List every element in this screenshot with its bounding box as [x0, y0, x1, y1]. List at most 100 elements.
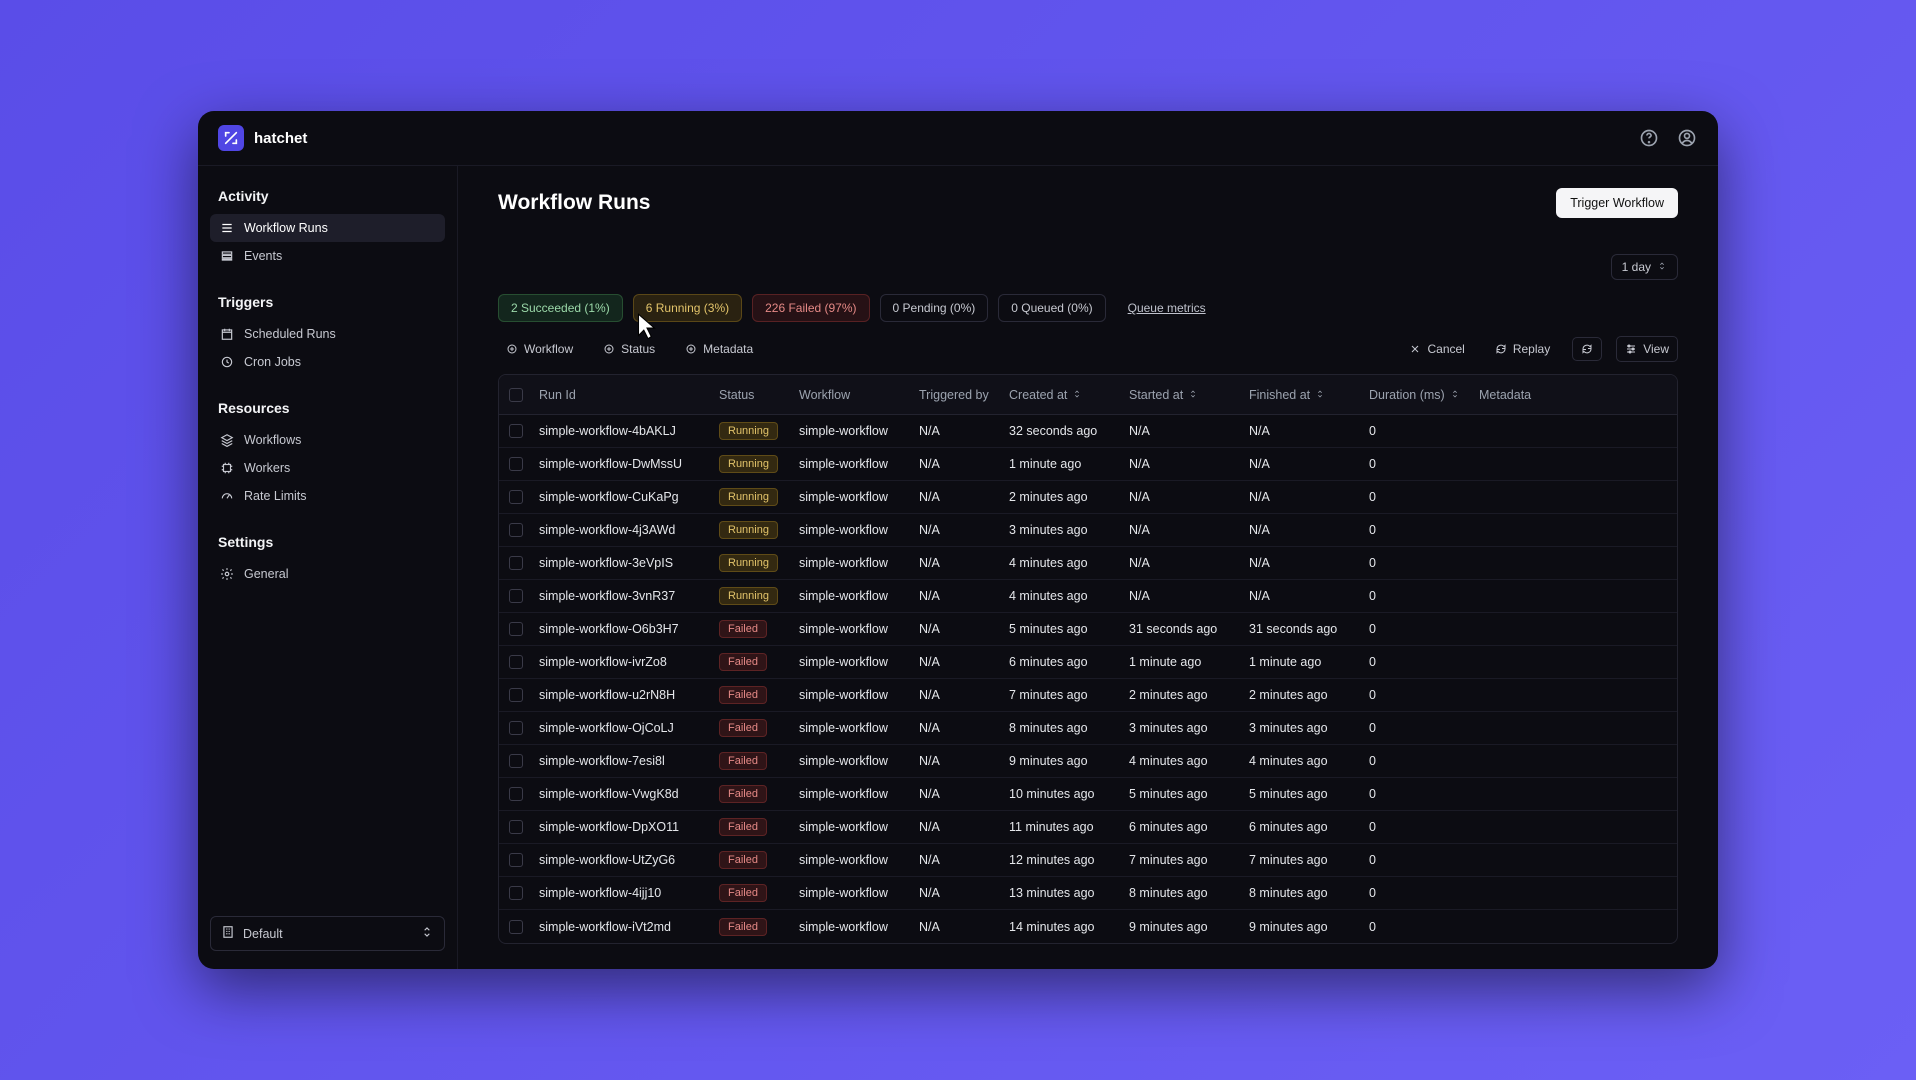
- building-icon: [221, 925, 235, 942]
- cell: N/A: [1129, 556, 1249, 570]
- Status-filter-button[interactable]: Status: [595, 337, 663, 361]
- filter-label: Replay: [1513, 342, 1550, 356]
- sidebar-item-cron-jobs[interactable]: Cron Jobs: [210, 348, 445, 376]
- cell: 0: [1369, 853, 1479, 867]
- cell: 13 minutes ago: [1009, 886, 1129, 900]
- cell: 0: [1369, 622, 1479, 636]
- table-row[interactable]: simple-workflow-u2rN8HFailedsimple-workf…: [499, 679, 1677, 712]
- table-row[interactable]: simple-workflow-3eVpISRunningsimple-work…: [499, 547, 1677, 580]
- table-row[interactable]: simple-workflow-O6b3H7Failedsimple-workf…: [499, 613, 1677, 646]
- row-checkbox[interactable]: [509, 424, 523, 438]
- Cancel-filter-button[interactable]: Cancel: [1401, 337, 1472, 361]
- help-icon[interactable]: [1638, 127, 1660, 149]
- table-row[interactable]: simple-workflow-3vnR37Runningsimple-work…: [499, 580, 1677, 613]
- column-header[interactable]: Created at: [1009, 388, 1129, 402]
- sidebar-item-general[interactable]: General: [210, 560, 445, 588]
- sidebar-item-label: Workflow Runs: [244, 221, 328, 235]
- table-row[interactable]: simple-workflow-iVt2mdFailedsimple-workf…: [499, 910, 1677, 943]
- table-row[interactable]: simple-workflow-OjCoLJFailedsimple-workf…: [499, 712, 1677, 745]
- row-checkbox[interactable]: [509, 556, 523, 570]
- status-badge: Failed: [719, 752, 767, 770]
- status-chip[interactable]: 226 Failed (97%): [752, 294, 869, 322]
- cell: 0: [1369, 424, 1479, 438]
- sidebar-item-label: Workflows: [244, 433, 301, 447]
- Replay-filter-button[interactable]: Replay: [1487, 337, 1558, 361]
- row-checkbox[interactable]: [509, 886, 523, 900]
- sidebar-item-scheduled-runs[interactable]: Scheduled Runs: [210, 320, 445, 348]
- time-range-select[interactable]: 1 day: [1611, 254, 1678, 280]
- row-checkbox[interactable]: [509, 920, 523, 934]
- row-checkbox[interactable]: [509, 655, 523, 669]
- cell: 8 minutes ago: [1249, 886, 1369, 900]
- cell: N/A: [919, 688, 1009, 702]
- status-chip[interactable]: 0 Pending (0%): [880, 294, 989, 322]
- table-row[interactable]: simple-workflow-4ijj10Failedsimple-workf…: [499, 877, 1677, 910]
- gauge-icon: [220, 489, 234, 503]
- Workflow-filter-button[interactable]: Workflow: [498, 337, 581, 361]
- brand[interactable]: hatchet: [218, 125, 307, 151]
- row-checkbox[interactable]: [509, 457, 523, 471]
- status-badge: Failed: [719, 918, 767, 936]
- sidebar-item-workers[interactable]: Workers: [210, 454, 445, 482]
- status-chip[interactable]: Queue metrics: [1116, 295, 1218, 321]
- select-all-checkbox[interactable]: [509, 388, 523, 402]
- View-filter-button[interactable]: View: [1616, 336, 1678, 362]
- trigger-workflow-button[interactable]: Trigger Workflow: [1556, 188, 1678, 218]
- cell: simple-workflow-4j3AWd: [539, 523, 719, 537]
- row-checkbox[interactable]: [509, 688, 523, 702]
- sidebar-item-workflow-runs[interactable]: Workflow Runs: [210, 214, 445, 242]
- tenant-selector[interactable]: Default: [210, 916, 445, 951]
- cell: simple-workflow-CuKaPg: [539, 490, 719, 504]
- status-chip[interactable]: 0 Queued (0%): [998, 294, 1105, 322]
- status-badge: Running: [719, 587, 778, 605]
- table-row[interactable]: simple-workflow-ivrZo8Failedsimple-workf…: [499, 646, 1677, 679]
- cell: simple-workflow: [799, 655, 919, 669]
- row-checkbox[interactable]: [509, 754, 523, 768]
- plus-icon: [506, 343, 518, 355]
- row-checkbox[interactable]: [509, 622, 523, 636]
- app-window: hatchet ActivityWorkflow RunsEventsTrigg…: [198, 111, 1718, 969]
- status-chip[interactable]: 2 Succeeded (1%): [498, 294, 623, 322]
- row-checkbox[interactable]: [509, 820, 523, 834]
- sidebar-item-rate-limits[interactable]: Rate Limits: [210, 482, 445, 510]
- table-row[interactable]: simple-workflow-VwgK8dFailedsimple-workf…: [499, 778, 1677, 811]
- table-row[interactable]: simple-workflow-7esi8lFailedsimple-workf…: [499, 745, 1677, 778]
- sidebar-heading: Settings: [210, 530, 445, 554]
- column-header: Run Id: [539, 388, 719, 402]
- row-checkbox[interactable]: [509, 853, 523, 867]
- column-header[interactable]: Duration (ms): [1369, 388, 1479, 402]
- sidebar-item-events[interactable]: Events: [210, 242, 445, 270]
- cell: simple-workflow-u2rN8H: [539, 688, 719, 702]
- row-checkbox[interactable]: [509, 721, 523, 735]
- row-checkbox[interactable]: [509, 787, 523, 801]
- account-icon[interactable]: [1676, 127, 1698, 149]
- status-badge: Running: [719, 521, 778, 539]
- table-row[interactable]: simple-workflow-CuKaPgRunningsimple-work…: [499, 481, 1677, 514]
- time-range-value: 1 day: [1622, 260, 1651, 274]
- cell: 31 seconds ago: [1249, 622, 1369, 636]
- row-checkbox[interactable]: [509, 589, 523, 603]
- row-checkbox[interactable]: [509, 490, 523, 504]
- filter-label: Workflow: [524, 342, 573, 356]
- column-header[interactable]: Finished at: [1249, 388, 1369, 402]
- row-checkbox[interactable]: [509, 523, 523, 537]
- cell: N/A: [919, 424, 1009, 438]
- status-badge: Running: [719, 455, 778, 473]
- sidebar-item-workflows[interactable]: Workflows: [210, 426, 445, 454]
- refresh-filter-button[interactable]: [1572, 337, 1602, 361]
- status-chip[interactable]: 6 Running (3%): [633, 294, 742, 322]
- cell: N/A: [919, 920, 1009, 934]
- table-row[interactable]: simple-workflow-DwMssURunningsimple-work…: [499, 448, 1677, 481]
- table-row[interactable]: simple-workflow-UtZyG6Failedsimple-workf…: [499, 844, 1677, 877]
- cell: simple-workflow: [799, 589, 919, 603]
- table-row[interactable]: simple-workflow-4j3AWdRunningsimple-work…: [499, 514, 1677, 547]
- table-row[interactable]: simple-workflow-DpXO11Failedsimple-workf…: [499, 811, 1677, 844]
- table-row[interactable]: simple-workflow-4bAKLJRunningsimple-work…: [499, 415, 1677, 448]
- cell: 5 minutes ago: [1009, 622, 1129, 636]
- column-header[interactable]: Started at: [1129, 388, 1249, 402]
- cell: 1 minute ago: [1249, 655, 1369, 669]
- cell: simple-workflow: [799, 490, 919, 504]
- cell: N/A: [919, 556, 1009, 570]
- cell: 6 minutes ago: [1129, 820, 1249, 834]
- Metadata-filter-button[interactable]: Metadata: [677, 337, 761, 361]
